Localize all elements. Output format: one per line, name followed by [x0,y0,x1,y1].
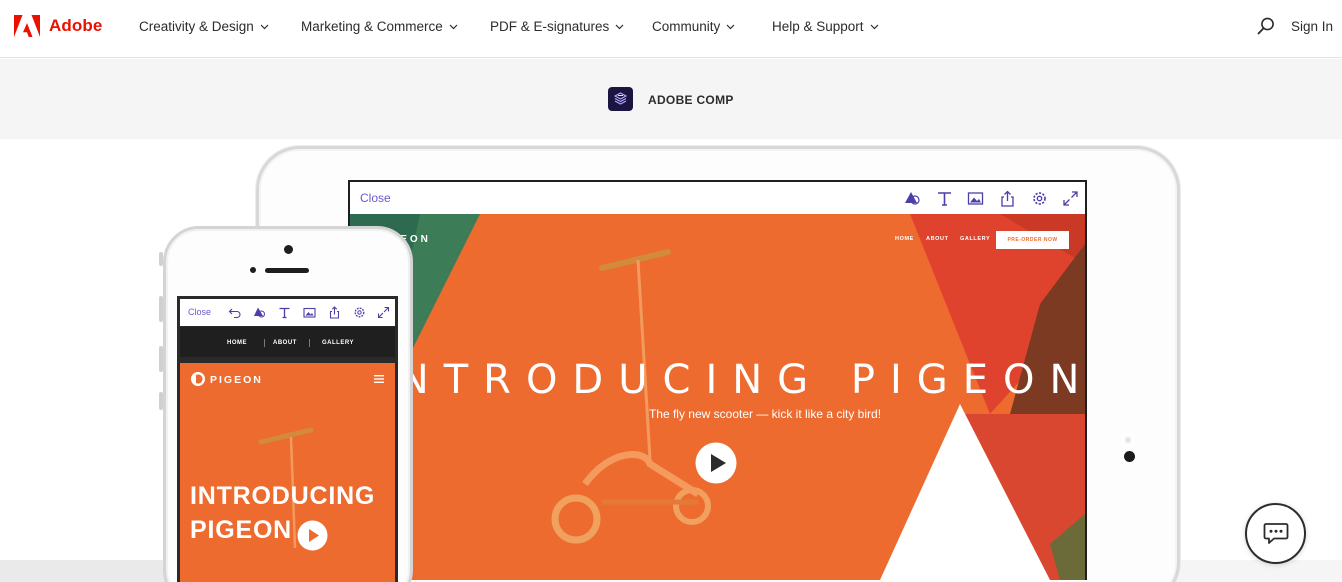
share-icon[interactable] [328,306,341,319]
nav-item-label: PDF & E-signatures [490,19,610,34]
chat-button[interactable] [1245,503,1306,564]
chevron-down-icon [615,24,624,29]
product-title[interactable]: ADOBE COMP [648,93,734,107]
text-icon[interactable] [278,306,291,319]
phone-comp-toolbar: Close [180,299,395,326]
phone-close-button[interactable]: Close [188,307,211,317]
chevron-down-icon [449,24,458,29]
tablet-play-icon[interactable] [695,442,737,484]
phone-screen: Close HOME ABOUT GALLERY PIGEON INTRODUC… [177,296,398,582]
phone-menu-home[interactable]: HOME [227,340,247,346]
chevron-down-icon [726,24,735,29]
search-icon[interactable] [1256,16,1276,36]
tablet-camera [1124,451,1135,462]
expand-icon[interactable] [377,306,390,319]
nav-marketing-commerce[interactable]: Marketing & Commerce [301,19,458,34]
nav-item-label: Creativity & Design [139,19,254,34]
phone-hero-headline-line1: INTRODUCING [190,482,376,510]
nav-community[interactable]: Community [652,19,735,34]
adobe-logo-text: Adobe [49,16,103,35]
sign-in-link[interactable]: Sign In [1291,19,1333,34]
tablet-sensor [1125,437,1131,443]
adobe-comp-icon [608,87,633,111]
chevron-down-icon [260,24,269,29]
nav-item-label: Help & Support [772,19,864,34]
tablet-screen: Close HOME ABOUT GALLERY PRE-ORDER NOW I… [348,180,1087,580]
phone-sensor [250,267,256,273]
nav-help-support[interactable]: Help & Support [772,19,879,34]
settings-icon[interactable] [353,306,366,319]
menu-divider [309,339,310,347]
share-icon[interactable] [999,190,1016,207]
settings-icon[interactable] [1031,190,1048,207]
phone-menu-gallery[interactable]: GALLERY [322,340,354,346]
nav-item-label: Marketing & Commerce [301,19,443,34]
chat-icon [1263,522,1288,544]
product-subnav: ADOBE COMP [0,59,1342,139]
tablet-hero-headline: INTRODUCING PIGEON [372,357,1085,403]
pigeon-logo-icon [191,372,205,386]
image-icon[interactable] [303,306,316,319]
shapes-icon[interactable] [904,190,921,207]
menu-divider [264,339,265,347]
text-icon[interactable] [936,190,953,207]
phone-site-menubar: HOME ABOUT GALLERY [180,327,395,357]
shapes-icon[interactable] [253,306,266,319]
tablet-site-link-home[interactable]: HOME [895,236,914,242]
phone-play-icon[interactable] [297,520,328,551]
image-icon[interactable] [967,190,984,207]
hamburger-menu-icon[interactable] [374,375,384,383]
tablet-comp-toolbar: Close [350,182,1085,214]
preorder-button[interactable]: PRE-ORDER NOW [996,231,1069,249]
expand-icon[interactable] [1062,190,1079,207]
adobe-logo-link[interactable]: Adobe [14,14,102,38]
tablet-site-link-gallery[interactable]: GALLERY [960,236,990,242]
tablet-site-link-about[interactable]: ABOUT [926,236,949,242]
tablet-site-preview: PIGEON HOME ABOUT GALLERY PRE-ORDER NOW … [350,214,1085,580]
global-nav: Adobe Creativity & Design Marketing & Co… [0,0,1342,58]
undo-icon[interactable] [228,306,241,319]
phone-hero-headline-line2: PIGEON [190,516,293,544]
phone-speaker [265,268,309,273]
nav-item-label: Community [652,19,721,34]
phone-site-preview: PIGEON INTRODUCING PIGEON [180,363,395,582]
phone-site-brand: PIGEON [210,374,263,386]
phone-menu-about[interactable]: ABOUT [273,340,297,346]
phone-camera [284,245,293,254]
chevron-down-icon [870,24,878,29]
nav-creativity-design[interactable]: Creativity & Design [139,19,269,34]
adobe-logo-icon [14,15,40,37]
nav-pdf-esignatures[interactable]: PDF & E-signatures [490,19,624,34]
tablet-close-button[interactable]: Close [360,191,391,205]
tablet-hero-subheadline: The fly new scooter — kick it like a cit… [648,407,882,421]
